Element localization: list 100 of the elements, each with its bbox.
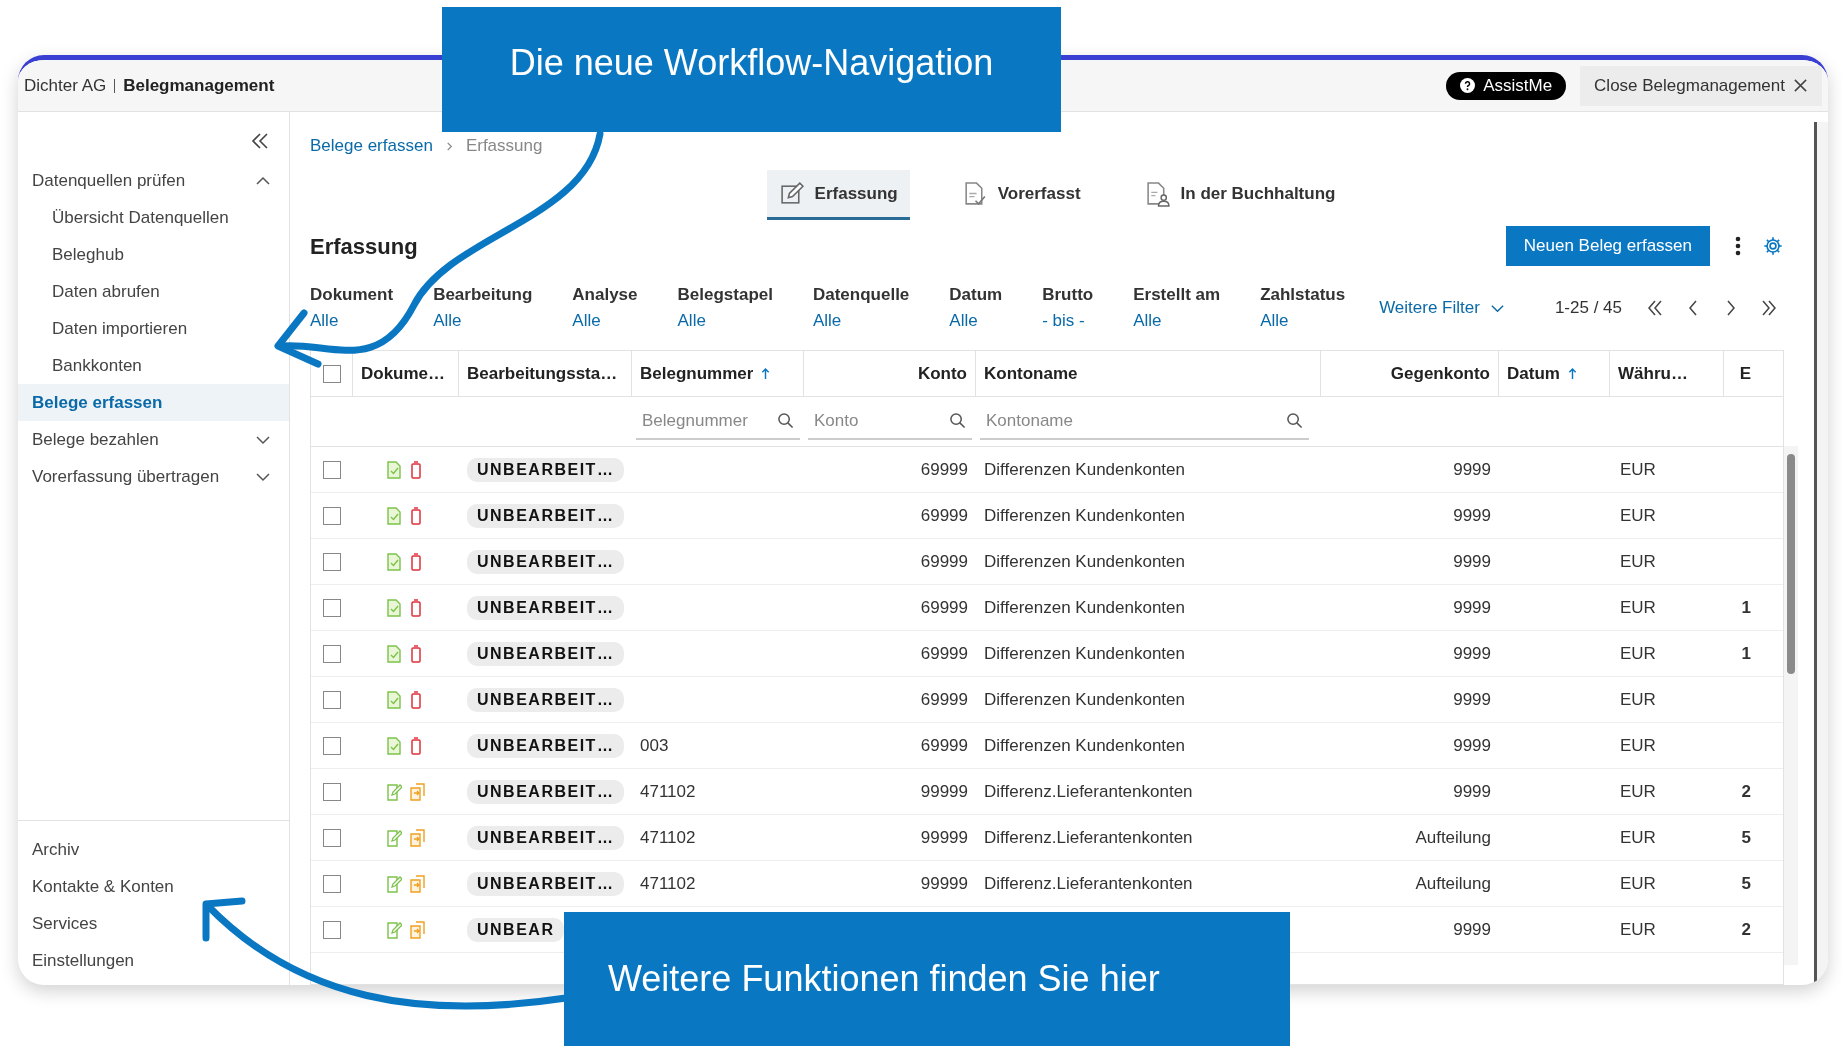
checkbox[interactable] <box>323 736 341 755</box>
table-cell-text: EUR <box>1620 780 1656 803</box>
sidebar-item[interactable]: Archiv <box>18 831 289 868</box>
filter-label: Zahlstatus <box>1260 284 1346 306</box>
sidebar-item[interactable]: Daten importieren <box>18 310 289 347</box>
checkbox[interactable] <box>322 364 341 383</box>
filter-value[interactable]: Alle <box>572 308 638 334</box>
sidebar-item[interactable]: Vorerfassung übertragen <box>18 458 289 495</box>
search-field[interactable]: Kontoname <box>980 403 1309 440</box>
filter-label: Belegstapel <box>677 284 773 306</box>
document-check-icon[interactable] <box>386 644 402 663</box>
document-edit-icon[interactable] <box>386 874 402 893</box>
documents-icon[interactable] <box>410 828 426 847</box>
document-check-icon[interactable] <box>386 506 402 525</box>
checkbox[interactable] <box>323 690 341 709</box>
checkbox[interactable] <box>323 460 341 479</box>
sidebar-item[interactable]: Services <box>18 905 289 942</box>
workflow-tab[interactable]: In der Buchhaltung <box>1132 170 1348 220</box>
close-app-button[interactable]: Close Belegmanagement <box>1580 65 1822 106</box>
sidebar-item[interactable]: Belege erfassen <box>18 384 289 421</box>
app-title: Belegmanagement <box>122 74 275 97</box>
column-header[interactable]: Währu… <box>1610 351 1724 396</box>
table-cell-text: Aufteilung <box>1415 826 1491 849</box>
table-cell-text: 99999 <box>920 826 968 849</box>
search-field[interactable]: Konto <box>808 403 972 440</box>
page-title: Erfassung <box>310 232 418 261</box>
document-check-icon[interactable] <box>386 690 402 709</box>
checkbox[interactable] <box>323 874 341 893</box>
search-field[interactable]: Belegnummer <box>636 403 800 440</box>
filter-value[interactable]: Alle <box>433 308 533 334</box>
settings-icon[interactable] <box>1762 235 1784 257</box>
more-filters-dropdown[interactable]: Weitere Filter <box>1379 295 1505 321</box>
checkbox[interactable] <box>323 598 341 617</box>
table-cell-text: Differenzen Kundenkonten <box>984 458 1185 481</box>
workflow-tab[interactable]: Vorerfasst <box>949 170 1093 220</box>
checkbox[interactable] <box>323 920 341 939</box>
checkbox[interactable] <box>323 828 341 847</box>
table-cell-text: 1 <box>1741 642 1751 665</box>
column-header[interactable]: Kontoname <box>976 351 1321 396</box>
documents-icon[interactable] <box>410 920 426 939</box>
checkbox[interactable] <box>323 644 341 663</box>
callout-banner: Weitere Funktionen finden Sie hier <box>564 912 1290 1046</box>
pencil-document-icon <box>778 180 805 207</box>
assistme-button[interactable]: AssistMe <box>1446 71 1567 100</box>
document-check-icon[interactable] <box>386 736 402 755</box>
checkbox[interactable] <box>323 506 341 525</box>
table-cell-text: 99999 <box>920 872 968 895</box>
sidebar-item[interactable]: Belege bezahlen <box>18 421 289 458</box>
sidebar-item[interactable]: Datenquellen prüfen <box>18 162 289 199</box>
filter-value[interactable]: Alle <box>677 308 773 334</box>
document-edit-icon[interactable] <box>386 828 402 847</box>
status-badge: UNBEARBEIT… <box>467 549 625 574</box>
document-check-icon[interactable] <box>386 598 402 617</box>
table-cell-text: Differenzen Kundenkonten <box>984 688 1185 711</box>
table-cell-text: 69999 <box>920 458 968 481</box>
table-cell-text: Differenzen Kundenkonten <box>984 642 1185 665</box>
filter-value[interactable]: Alle <box>1133 308 1221 334</box>
filter-value[interactable]: Alle <box>812 308 910 334</box>
document-check-icon[interactable] <box>386 460 402 479</box>
checkbox[interactable] <box>323 552 341 571</box>
sort-ascending-icon <box>1567 367 1577 380</box>
sidebar-item[interactable]: Kontakte & Konten <box>18 868 289 905</box>
column-header[interactable]: Dokume… <box>353 351 459 396</box>
breadcrumb-link[interactable]: Belege erfassen <box>310 133 433 159</box>
column-header[interactable]: Datum <box>1499 351 1610 396</box>
filter-value[interactable]: - bis - <box>1042 308 1094 334</box>
column-header[interactable]: Konto <box>804 351 976 396</box>
document-edit-icon[interactable] <box>386 782 402 801</box>
column-header[interactable]: Belegnummer <box>632 351 804 396</box>
checkbox[interactable] <box>323 782 341 801</box>
filter-label: Datenquelle <box>812 284 910 306</box>
new-document-button[interactable]: Neuen Beleg erfassen <box>1505 226 1710 266</box>
scrollbar-thumb[interactable] <box>1787 454 1795 674</box>
table-cell-text: 9999 <box>1453 504 1491 527</box>
column-header[interactable]: Bearbeitungssta… <box>459 351 632 396</box>
sidebar-item[interactable]: Übersicht Datenquellen <box>18 199 289 236</box>
filter-label: Erstellt am <box>1133 284 1221 306</box>
table-cell-text: 471102 <box>640 826 696 849</box>
table-cell-text: Differenz.Lieferantenkonten <box>984 872 1193 895</box>
table-cell-text: 9999 <box>1453 596 1491 619</box>
sidebar-item[interactable]: Einstellungen <box>18 942 289 979</box>
sidebar-item[interactable]: Daten abrufen <box>18 273 289 310</box>
documents-icon[interactable] <box>410 874 426 893</box>
workflow-tab[interactable]: Erfassung <box>766 170 910 220</box>
filter-label: Datum <box>949 284 1003 306</box>
table-cell-text: 9999 <box>1453 734 1491 757</box>
status-badge: UNBEARBEIT… <box>467 595 625 620</box>
column-header[interactable]: E <box>1724 351 1759 396</box>
filter-value[interactable]: Alle <box>1260 308 1346 334</box>
documents-icon[interactable] <box>410 782 426 801</box>
document-person-icon <box>1144 180 1171 207</box>
breadcrumb-current: Erfassung <box>465 135 543 158</box>
document-edit-icon[interactable] <box>386 920 402 939</box>
status-badge: UNBEARBEIT… <box>467 871 625 896</box>
sidebar-item[interactable]: Beleghub <box>18 236 289 273</box>
document-check-icon[interactable] <box>386 552 402 571</box>
column-header[interactable]: Gegenkonto <box>1321 351 1499 396</box>
filter-value[interactable]: Alle <box>310 308 394 334</box>
filter-value[interactable]: Alle <box>949 308 1003 334</box>
sidebar-item[interactable]: Bankkonten <box>18 347 289 384</box>
